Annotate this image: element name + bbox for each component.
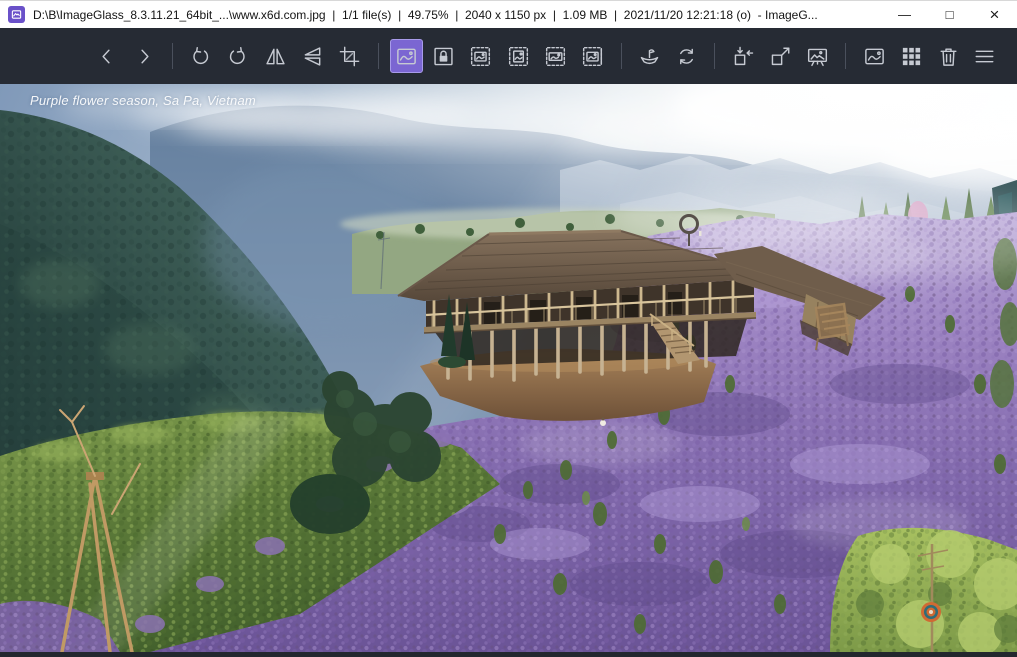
window-title: D:\B\ImageGlass_8.3.11.21_64bit_...\www.… (33, 8, 882, 22)
maximize-button[interactable]: □ (927, 1, 972, 28)
image-dashed4-icon (581, 45, 604, 68)
titlebar: D:\B\ImageGlass_8.3.11.21_64bit_...\www.… (0, 0, 1017, 28)
rotate-left-icon (189, 45, 212, 68)
imageglass-window: D:\B\ImageGlass_8.3.11.21_64bit_...\www.… (0, 0, 1017, 657)
image-dashed2-icon (507, 45, 530, 68)
scale-to-fill-button[interactable] (576, 39, 609, 73)
main-menu-button[interactable] (968, 39, 1001, 73)
toolbar-separator (714, 43, 715, 69)
crop-icon (338, 45, 361, 68)
lock-icon (432, 45, 455, 68)
lock-zoom-button[interactable] (427, 39, 460, 73)
imageglass-logo-icon (8, 6, 25, 23)
toolbar-separator (621, 43, 622, 69)
window-fit-icon (732, 45, 755, 68)
scale-to-width-button[interactable] (464, 39, 497, 73)
rotate-right-button[interactable] (221, 39, 254, 73)
window-bottom-edge (0, 652, 1017, 657)
menu-icon (973, 45, 996, 68)
image-icon (863, 45, 886, 68)
adjust-window-button[interactable] (726, 39, 759, 73)
expand-icon (769, 45, 792, 68)
prev-button[interactable] (90, 39, 123, 73)
flip-horizontal-button[interactable] (258, 39, 291, 73)
scale-to-fit-button[interactable] (539, 39, 572, 73)
flip-horizontal-icon (264, 45, 287, 68)
delete-button[interactable] (932, 39, 965, 73)
crop-button[interactable] (333, 39, 366, 73)
rotate-left-button[interactable] (184, 39, 217, 73)
minimize-button[interactable]: — (882, 1, 927, 28)
trash-icon (937, 45, 960, 68)
slideshow-button[interactable] (801, 39, 834, 73)
image-dashed-icon (469, 45, 492, 68)
image-caption: Purple flower season, Sa Pa, Vietnam (30, 93, 256, 108)
image-dashed3-icon (544, 45, 567, 68)
edit-button[interactable] (633, 39, 666, 73)
next-button[interactable] (127, 39, 160, 73)
refresh-icon (675, 45, 698, 68)
scale-to-height-button[interactable] (502, 39, 535, 73)
photo-artwork (0, 84, 1017, 652)
toolbar-separator (845, 43, 846, 69)
toolbar-separator (172, 43, 173, 69)
close-button[interactable]: × (972, 1, 1017, 28)
flip-vertical-button[interactable] (296, 39, 329, 73)
full-size-button[interactable] (764, 39, 797, 73)
grid-icon (900, 45, 923, 68)
thumbnail-bar-button[interactable] (857, 39, 890, 73)
image-icon (395, 45, 418, 68)
toolbar (0, 28, 1017, 84)
boat-icon (638, 45, 661, 68)
refresh-button[interactable] (670, 39, 703, 73)
auto-zoom-button[interactable] (390, 39, 423, 73)
chevron-right-icon (133, 45, 156, 68)
toolbar-separator (378, 43, 379, 69)
window-controls: — □ × (882, 1, 1017, 28)
checkerboard-button[interactable] (895, 39, 928, 73)
image-canvas[interactable]: Purple flower season, Sa Pa, Vietnam (0, 84, 1017, 652)
flip-vertical-icon (301, 45, 324, 68)
chevron-left-icon (95, 45, 118, 68)
rotate-right-icon (226, 45, 249, 68)
slideshow-icon (806, 45, 829, 68)
